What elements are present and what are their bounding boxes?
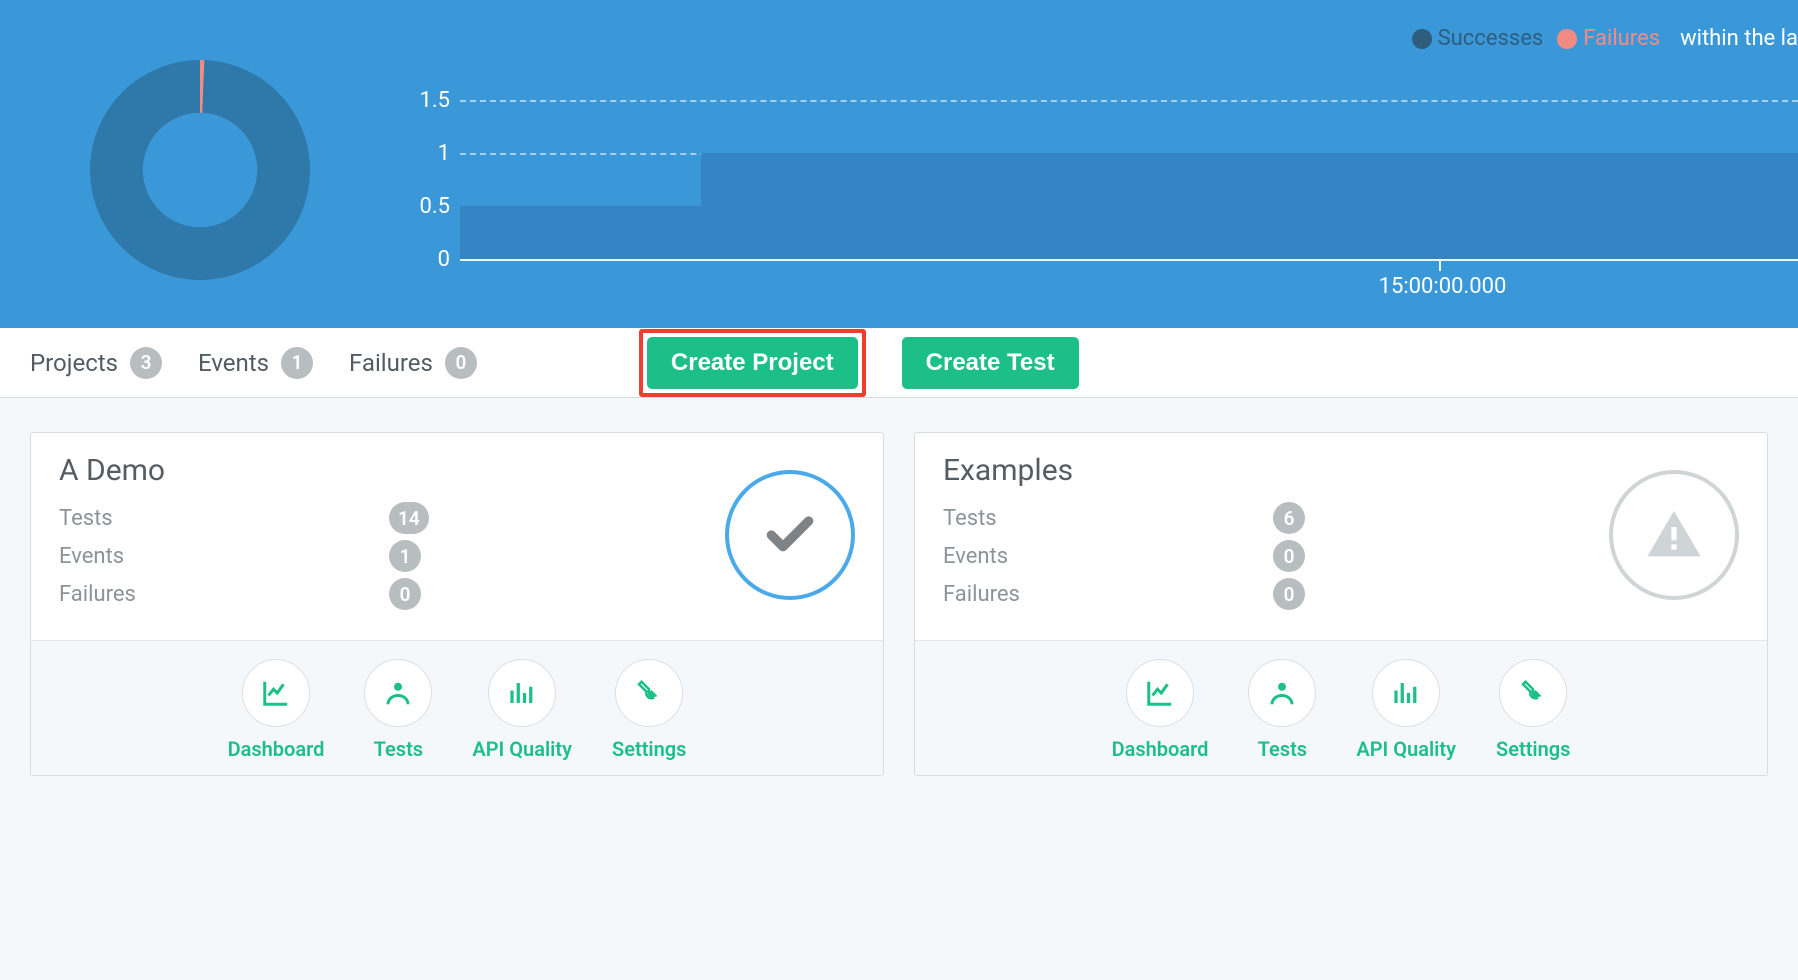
count-badge: 3 [130, 347, 162, 379]
nav-label: Settings [612, 737, 686, 761]
status-ok-icon [725, 470, 855, 600]
dot-icon [1557, 29, 1577, 49]
count-badge: 0 [1273, 578, 1305, 610]
user-md-icon [1248, 659, 1316, 727]
stat-label: Events [59, 544, 389, 569]
project-card: Examples Tests 6 Events 0 Failures 0 [914, 432, 1768, 776]
nav-dashboard[interactable]: Dashboard [228, 659, 325, 761]
create-test-button[interactable]: Create Test [902, 337, 1079, 389]
ytick: 0.5 [400, 194, 450, 219]
check-icon [762, 507, 818, 563]
count-badge: 0 [389, 578, 421, 610]
nav-dashboard[interactable]: Dashboard [1112, 659, 1209, 761]
nav-api-quality[interactable]: API Quality [1356, 659, 1456, 761]
nav-api-quality[interactable]: API Quality [472, 659, 572, 761]
stat-label: Tests [59, 506, 389, 531]
bar-chart-icon [488, 659, 556, 727]
nav-tests[interactable]: Tests [1248, 659, 1316, 761]
wrench-icon [1499, 659, 1567, 727]
nav-settings[interactable]: Settings [1496, 659, 1570, 761]
success-area-chart: 1.5 1 0.5 0 15:00:00.000 [400, 96, 1798, 292]
count-badge: 14 [389, 502, 429, 534]
stat-label: Failures [59, 582, 389, 607]
status-warn-icon [1609, 470, 1739, 600]
nav-label: Tests [1258, 737, 1307, 761]
overview-hero: Successes Failures within the la 1.5 1 0… [0, 0, 1798, 328]
ytick: 1.5 [400, 88, 450, 113]
area-segment [460, 206, 701, 259]
filter-label: Events [198, 349, 269, 377]
legend-failures-label: Failures [1583, 26, 1660, 51]
ytick: 0 [400, 247, 450, 272]
count-badge: 0 [445, 347, 477, 379]
ytick: 1 [400, 141, 450, 166]
count-badge: 1 [389, 540, 421, 572]
nav-label: Dashboard [1112, 737, 1209, 761]
stat-label: Tests [943, 506, 1273, 531]
count-badge: 0 [1273, 540, 1305, 572]
chart-legend: Successes Failures within the la [1412, 26, 1798, 51]
axis-baseline [460, 259, 1798, 261]
dot-icon [1412, 29, 1432, 49]
user-md-icon [364, 659, 432, 727]
project-cards: A Demo Tests 14 Events 1 Failures 0 [0, 398, 1798, 776]
wrench-icon [615, 659, 683, 727]
bar-chart-icon [1372, 659, 1440, 727]
gridline [460, 100, 1798, 102]
project-card: A Demo Tests 14 Events 1 Failures 0 [30, 432, 884, 776]
chart-line-icon [242, 659, 310, 727]
nav-label: Tests [374, 737, 423, 761]
legend-failures[interactable]: Failures [1557, 26, 1660, 51]
filter-events[interactable]: Events 1 [198, 347, 313, 379]
area-segment [701, 153, 1798, 259]
filter-label: Failures [349, 349, 433, 377]
project-card-footer: Dashboard Tests API Quality Settings [31, 640, 883, 775]
filter-projects[interactable]: Projects 3 [30, 347, 162, 379]
nav-tests[interactable]: Tests [364, 659, 432, 761]
nav-label: Settings [1496, 737, 1570, 761]
filter-label: Projects [30, 349, 118, 377]
stat-label: Events [943, 544, 1273, 569]
nav-label: API Quality [472, 737, 572, 761]
stat-label: Failures [943, 582, 1273, 607]
count-badge: 1 [281, 347, 313, 379]
legend-timerange: within the la [1680, 26, 1798, 51]
nav-settings[interactable]: Settings [612, 659, 686, 761]
filter-action-bar: Projects 3 Events 1 Failures 0 Create Pr… [0, 328, 1798, 398]
chart-line-icon [1126, 659, 1194, 727]
legend-successes[interactable]: Successes [1412, 26, 1544, 51]
project-card-footer: Dashboard Tests API Quality Settings [915, 640, 1767, 775]
warning-icon [1642, 503, 1706, 567]
project-title[interactable]: Examples [943, 453, 1589, 488]
highlight-annotation: Create Project [639, 329, 866, 397]
nav-label: API Quality [1356, 737, 1456, 761]
legend-successes-label: Successes [1438, 26, 1544, 51]
count-badge: 6 [1273, 502, 1305, 534]
nav-label: Dashboard [228, 737, 325, 761]
create-project-button[interactable]: Create Project [647, 337, 858, 389]
donut-chart [90, 60, 310, 280]
xtick-mark [1439, 259, 1441, 271]
filter-failures[interactable]: Failures 0 [349, 347, 477, 379]
xtick-label: 15:00:00.000 [1379, 274, 1507, 299]
project-title[interactable]: A Demo [59, 453, 705, 488]
